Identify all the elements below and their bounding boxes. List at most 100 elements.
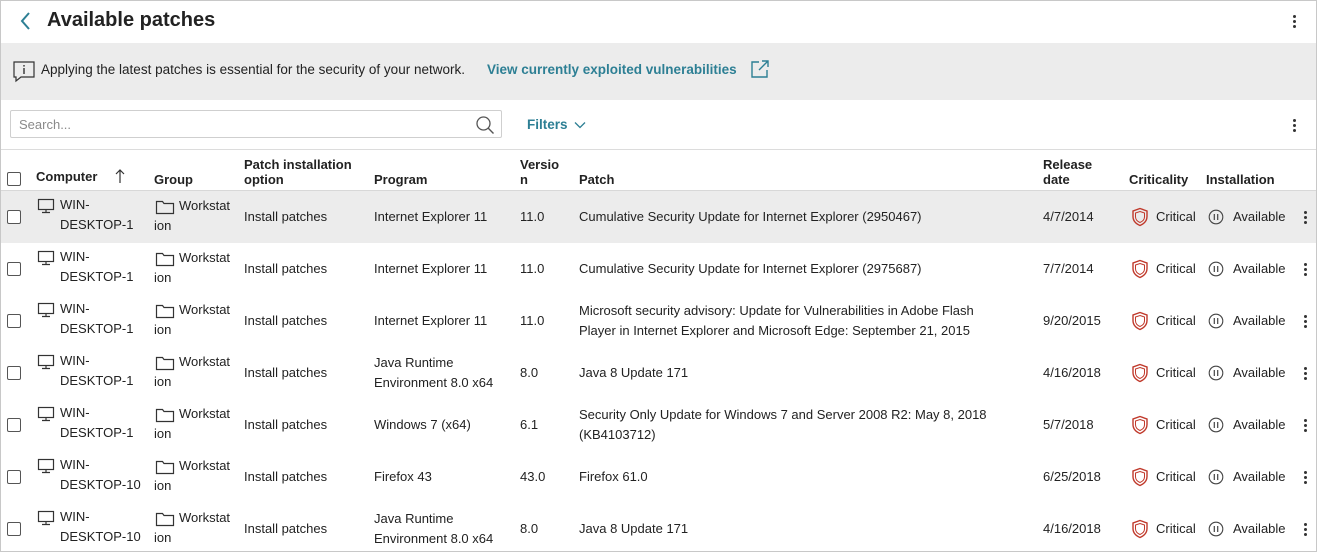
monitor-icon [37,354,55,373]
patch-option: Install patches [244,417,328,432]
row-menu-icon[interactable] [1298,259,1312,279]
column-patch[interactable]: Patch [579,172,614,187]
column-release-line1: Release [1043,157,1093,172]
table-menu-icon[interactable] [1287,115,1301,135]
row-checkbox[interactable] [7,366,21,380]
row-checkbox[interactable] [7,210,21,224]
search-icon[interactable] [475,115,495,135]
arrow-up-icon[interactable] [114,168,126,187]
installation-status: Available [1233,365,1286,380]
group-name-line2: ion [154,478,172,493]
group-name-line2: ion [154,218,172,233]
row-checkbox[interactable] [7,522,21,536]
patches-panel: Available patches Applying the latest pa… [0,0,1317,552]
monitor-icon [37,302,55,321]
table-header: Computer Group Patch installation option… [1,150,1316,191]
program-line: Java Runtime [374,511,454,526]
program-name: Internet Explorer 11 [374,207,487,227]
patch-name: Cumulative Security Update for Internet … [579,259,922,279]
info-banner: Applying the latest patches is essential… [1,43,1316,100]
program-name: Internet Explorer 11 [374,311,487,331]
banner-message: Applying the latest patches is essential… [41,62,465,77]
column-release-date[interactable]: Release date [1043,157,1092,187]
patch-option: Install patches [244,365,328,380]
patch-name: Microsoft security advisory: Update for … [579,301,974,341]
installation-status: Available [1233,417,1286,432]
release-date: 4/7/2014 [1043,209,1094,224]
column-program[interactable]: Program [374,172,427,187]
criticality-label: Critical [1156,209,1196,224]
table-row[interactable]: WIN- DESKTOP-1 Workstat ion Install patc… [1,295,1316,347]
program-line: Internet Explorer 11 [374,261,488,276]
row-menu-icon[interactable] [1298,415,1312,435]
patch-name: Java 8 Update 171 [579,519,688,539]
patch-name: Java 8 Update 171 [579,363,688,383]
criticality-label: Critical [1156,417,1196,432]
shield-icon [1131,467,1149,490]
shield-icon [1131,519,1149,542]
column-installation[interactable]: Installation [1206,172,1275,187]
row-menu-icon[interactable] [1298,311,1312,331]
program-line: Environment 8.0 x64 [374,375,494,390]
program-name: Java Runtime Environment 8.0 x64 [374,509,493,549]
installation-status: Available [1233,469,1286,484]
info-icon [12,60,36,84]
search-input[interactable] [11,111,451,137]
column-patch-option[interactable]: Patch installation option [244,157,352,187]
group-name-line2: ion [154,322,172,337]
monitor-icon [37,406,55,425]
table-row[interactable]: WIN- DESKTOP-1 Workstat ion Install patc… [1,399,1316,451]
page-title: Available patches [47,9,216,31]
shield-icon [1131,207,1149,230]
external-link-icon[interactable] [750,59,770,79]
computer-name-line2: DESKTOP-1 [60,373,134,388]
installation-status: Available [1233,209,1286,224]
select-all-checkbox[interactable] [7,172,21,186]
row-checkbox[interactable] [7,418,21,432]
row-menu-icon[interactable] [1298,467,1312,487]
version: 11.0 [520,209,545,224]
column-patch-option-line2: option [244,172,284,187]
table-row[interactable]: WIN- DESKTOP-1 Workstat ion Install patc… [1,191,1316,243]
column-criticality[interactable]: Criticality [1129,172,1188,187]
installation-status: Available [1233,313,1286,328]
group-name-line1: Workstat [179,510,231,525]
computer-name-line1: WIN- [60,405,90,420]
column-version[interactable]: Versio n [520,157,559,187]
row-menu-icon[interactable] [1298,207,1312,227]
computer-name-line2: DESKTOP-10 [60,529,141,544]
pause-circle-icon [1208,521,1224,540]
program-line: Java Runtime [374,355,454,370]
patch-line: Firefox 61.0 [579,469,648,484]
version: 43.0 [520,469,546,484]
table-row[interactable]: WIN- DESKTOP-10 Workstat ion Install pat… [1,451,1316,503]
row-checkbox[interactable] [7,262,21,276]
computer-name-line2: DESKTOP-1 [60,269,134,284]
computer-name: WIN- DESKTOP-1 [60,247,133,287]
table-row[interactable]: WIN- DESKTOP-1 Workstat ion Install patc… [1,347,1316,399]
program-line: Firefox 43 [374,469,432,484]
program-name: Internet Explorer 11 [374,259,487,279]
column-computer[interactable]: Computer [36,169,97,184]
column-version-line2: n [520,172,528,187]
group-name-line1: Workstat [179,302,231,317]
row-checkbox[interactable] [7,314,21,328]
patch-name: Cumulative Security Update for Internet … [579,207,922,227]
patch-line: Player in Internet Explorer and Microsof… [579,323,970,338]
row-menu-icon[interactable] [1298,519,1312,539]
exploited-vulnerabilities-link[interactable]: View currently exploited vulnerabilities [487,62,737,77]
row-checkbox[interactable] [7,470,21,484]
patch-line: (KB4103712) [579,427,656,442]
column-patch-option-line1: Patch installation [244,157,352,172]
chevron-left-icon[interactable] [17,10,35,32]
filters-button[interactable]: Filters [527,117,586,132]
shield-icon [1131,259,1149,282]
column-group[interactable]: Group [154,172,193,187]
installation-status: Available [1233,261,1286,276]
table-row[interactable]: WIN- DESKTOP-10 Workstat ion Install pat… [1,503,1316,551]
computer-name-line1: WIN- [60,457,90,472]
computer-name-line2: DESKTOP-1 [60,217,134,232]
row-menu-icon[interactable] [1298,363,1312,383]
table-row[interactable]: WIN- DESKTOP-1 Workstat ion Install patc… [1,243,1316,295]
page-menu-icon[interactable] [1287,11,1301,31]
